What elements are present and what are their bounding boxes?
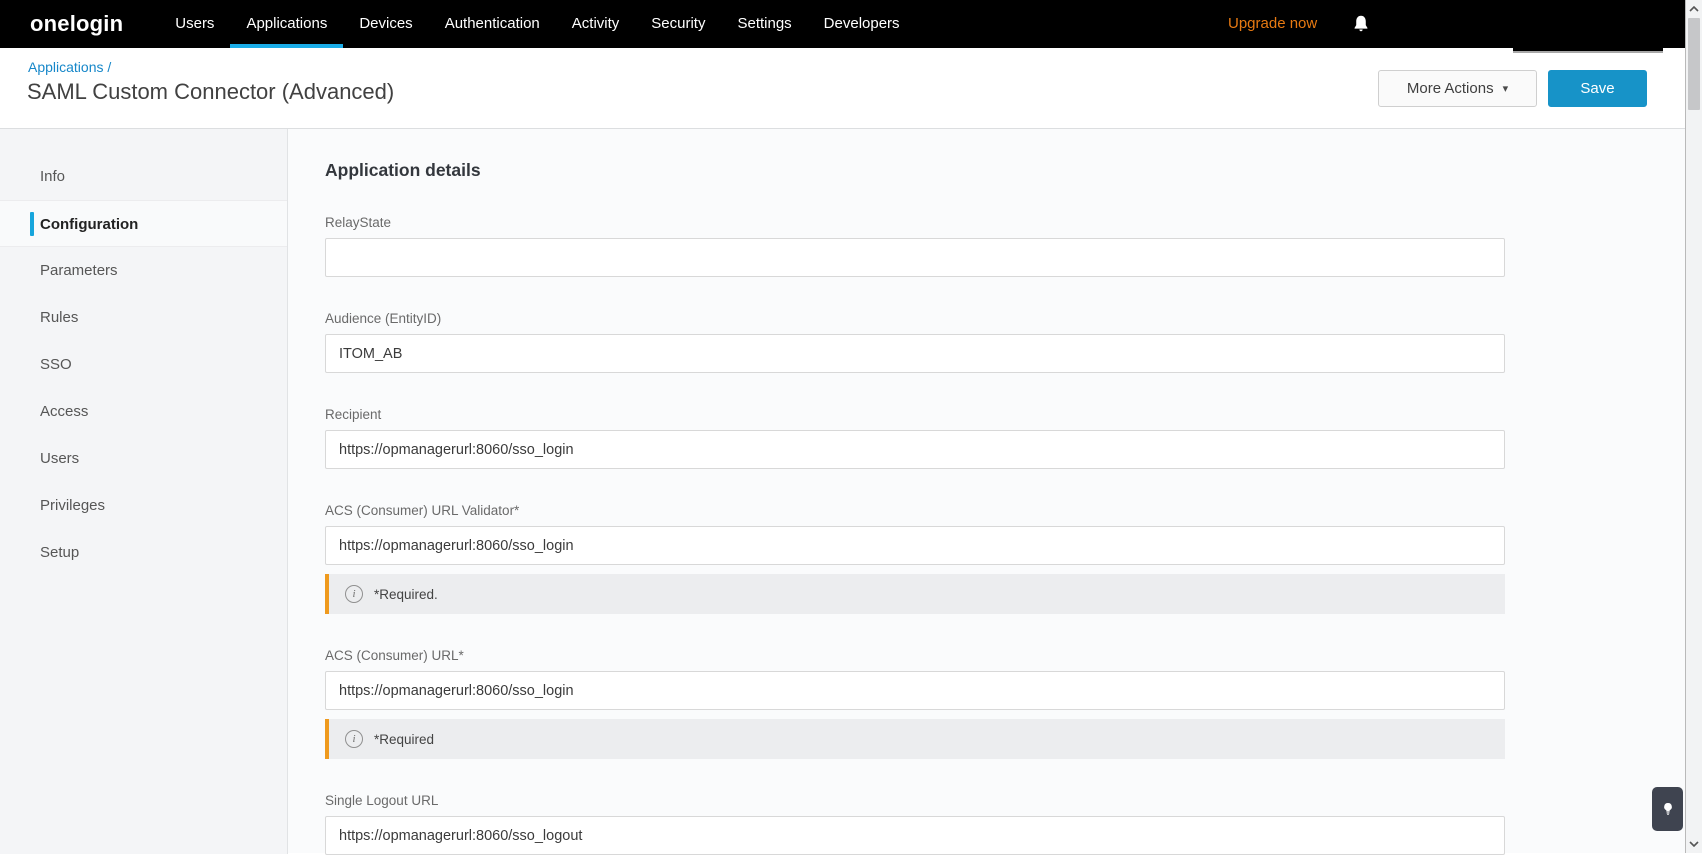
field-label: RelayState xyxy=(325,215,392,230)
upgrade-now-link[interactable]: Upgrade now xyxy=(1228,0,1317,48)
scroll-down-arrow-icon[interactable] xyxy=(1686,836,1702,852)
nav-item-label: Applications xyxy=(246,15,328,32)
nav-item-developers[interactable]: Developers xyxy=(808,0,916,48)
required-note-text: *Required. xyxy=(374,586,438,602)
field-label: Single Logout URL xyxy=(325,793,439,808)
scrollbar-thumb[interactable] xyxy=(1688,18,1700,110)
app-sidebar: Info Configuration Parameters Rules SSO … xyxy=(0,129,288,854)
application-details-form: Application details RelayState Audience … xyxy=(325,129,1505,855)
sidebar-item-label: SSO xyxy=(40,356,72,373)
nav-item-authentication[interactable]: Authentication xyxy=(429,0,556,48)
info-icon: i xyxy=(345,585,363,603)
single-logout-url-input[interactable] xyxy=(325,816,1505,855)
more-actions-button[interactable]: More Actions ▾ xyxy=(1378,70,1537,107)
notifications-bell-icon[interactable] xyxy=(1350,13,1372,35)
acs-url-input[interactable] xyxy=(325,671,1505,710)
recipient-input[interactable] xyxy=(325,430,1505,469)
breadcrumb[interactable]: Applications / xyxy=(28,59,111,75)
field-acs-url-validator: ACS (Consumer) URL Validator* i *Require… xyxy=(325,503,1505,614)
sidebar-item-label: Rules xyxy=(40,309,79,326)
sidebar-item-sso[interactable]: SSO xyxy=(0,341,287,388)
navbar-extension xyxy=(1513,48,1663,53)
sidebar-item-configuration[interactable]: Configuration xyxy=(0,200,287,247)
nav-item-label: Devices xyxy=(359,15,413,32)
field-audience-entityid: Audience (EntityID) xyxy=(325,311,1505,373)
sidebar-item-parameters[interactable]: Parameters xyxy=(0,247,287,294)
nav-item-label: Authentication xyxy=(444,15,540,32)
required-note: i *Required. xyxy=(325,574,1505,614)
scroll-up-arrow-icon[interactable] xyxy=(1686,1,1702,17)
relaystate-input[interactable] xyxy=(325,238,1505,277)
acs-url-validator-input[interactable] xyxy=(325,526,1505,565)
save-label: Save xyxy=(1580,80,1615,97)
sidebar-item-privileges[interactable]: Privileges xyxy=(0,482,287,529)
page-title: SAML Custom Connector (Advanced) xyxy=(27,79,395,104)
sidebar-item-label: Info xyxy=(40,168,66,185)
sidebar-item-label: Configuration xyxy=(40,216,139,233)
nav-item-label: Developers xyxy=(823,15,900,32)
top-navbar: onelogin Users Applications Devices Auth… xyxy=(0,0,1702,48)
field-label: Recipient xyxy=(325,407,382,422)
nav-item-devices[interactable]: Devices xyxy=(343,0,428,48)
more-actions-label: More Actions xyxy=(1406,80,1494,97)
content-panel: Info Configuration Parameters Rules SSO … xyxy=(0,128,1685,855)
field-recipient: Recipient xyxy=(325,407,1505,469)
main-nav: Users Applications Devices Authenticatio… xyxy=(159,0,915,48)
sidebar-item-label: Parameters xyxy=(40,262,118,279)
active-item-indicator xyxy=(30,212,34,236)
nav-item-activity[interactable]: Activity xyxy=(556,0,636,48)
field-label: ACS (Consumer) URL* xyxy=(325,648,464,663)
sidebar-item-setup[interactable]: Setup xyxy=(0,529,287,576)
onelogin-logo[interactable]: onelogin xyxy=(30,0,123,48)
sidebar-item-info[interactable]: Info xyxy=(0,153,287,200)
info-icon: i xyxy=(345,730,363,748)
nav-item-label: Users xyxy=(175,15,215,32)
nav-item-label: Settings xyxy=(737,15,792,32)
field-single-logout-url: Single Logout URL xyxy=(325,793,1505,855)
sidebar-item-label: Users xyxy=(40,450,80,467)
audience-entityid-input[interactable] xyxy=(325,334,1505,373)
nav-item-applications[interactable]: Applications xyxy=(230,0,344,48)
nav-item-security[interactable]: Security xyxy=(635,0,721,48)
active-tab-underline xyxy=(230,44,344,48)
field-label: Audience (EntityID) xyxy=(325,311,442,326)
sidebar-item-rules[interactable]: Rules xyxy=(0,294,287,341)
save-button[interactable]: Save xyxy=(1548,70,1647,107)
chevron-down-icon: ▾ xyxy=(1502,83,1509,95)
nav-item-label: Security xyxy=(651,15,706,32)
sidebar-item-access[interactable]: Access xyxy=(0,388,287,435)
field-relaystate: RelayState xyxy=(325,215,1505,277)
sidebar-item-label: Access xyxy=(40,403,89,420)
page-header: Applications / SAML Custom Connector (Ad… xyxy=(0,48,1685,128)
lightbulb-icon xyxy=(1663,803,1672,815)
nav-item-settings[interactable]: Settings xyxy=(721,0,807,48)
sidebar-item-label: Privileges xyxy=(40,497,106,514)
help-lightbulb-button[interactable] xyxy=(1652,787,1683,831)
sidebar-item-users[interactable]: Users xyxy=(0,435,287,482)
nav-item-label: Activity xyxy=(571,15,620,32)
field-acs-url: ACS (Consumer) URL* i *Required xyxy=(325,648,1505,759)
sidebar-item-label: Setup xyxy=(40,544,80,561)
required-note: i *Required xyxy=(325,719,1505,759)
section-title: Application details xyxy=(325,160,481,180)
field-label: ACS (Consumer) URL Validator* xyxy=(325,503,520,518)
nav-item-users[interactable]: Users xyxy=(159,0,230,48)
required-note-text: *Required xyxy=(374,731,435,747)
vertical-scrollbar[interactable] xyxy=(1685,0,1702,853)
